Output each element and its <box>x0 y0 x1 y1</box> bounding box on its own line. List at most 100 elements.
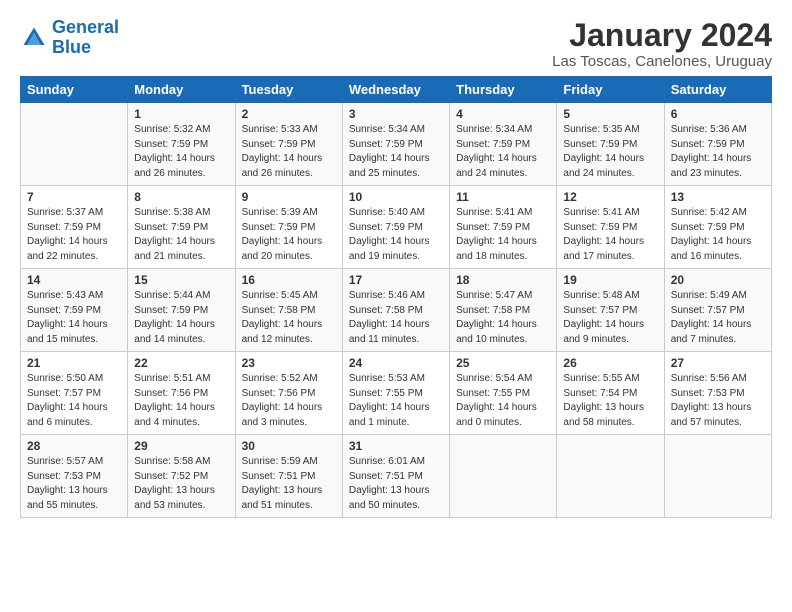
calendar-cell: 17 Sunrise: 5:46 AM Sunset: 7:58 PM Dayli… <box>342 269 449 352</box>
calendar-cell: 31Sunrise: 6:01 AM Sunset: 7:51 PM Dayli… <box>342 435 449 518</box>
day-number: 30 <box>242 439 336 453</box>
day-info: Sunrise: 5:35 AM Sunset: 7:59 PM Dayligh… <box>563 123 657 181</box>
day-info: Sunrise: 5:39 AM Sunset: 7:59 PM Dayligh… <box>242 206 336 264</box>
day-number: 8 <box>134 190 228 204</box>
calendar-cell: 11 Sunrise: 5:41 AM Sunset: 7:59 PM Dayli… <box>450 186 557 269</box>
day-number: 24 <box>349 356 443 370</box>
calendar-cell: 1 Sunrise: 5:32 AM Sunset: 7:59 PM Daylig… <box>128 103 235 186</box>
calendar-cell: 29 Sunrise: 5:58 AM Sunset: 7:52 PM Dayli… <box>128 435 235 518</box>
day-info: Sunrise: 5:56 AM Sunset: 7:53 PM Dayligh… <box>671 372 765 430</box>
calendar-cell: 5 Sunrise: 5:35 AM Sunset: 7:59 PM Daylig… <box>557 103 664 186</box>
day-number: 12 <box>563 190 657 204</box>
day-info: Sunrise: 5:58 AM Sunset: 7:52 PM Dayligh… <box>134 455 228 513</box>
main-title: January 2024 <box>552 18 772 53</box>
day-info: Sunrise: 5:54 AM Sunset: 7:55 PM Dayligh… <box>456 372 550 430</box>
calendar-cell: 24 Sunrise: 5:53 AM Sunset: 7:55 PM Dayli… <box>342 352 449 435</box>
calendar-cell: 3Sunrise: 5:34 AM Sunset: 7:59 PM Daylig… <box>342 103 449 186</box>
subtitle: Las Toscas, Canelones, Uruguay <box>552 53 772 70</box>
day-number: 19 <box>563 273 657 287</box>
calendar-cell: 23 Sunrise: 5:52 AM Sunset: 7:56 PM Dayli… <box>235 352 342 435</box>
calendar-cell: 2 Sunrise: 5:33 AM Sunset: 7:59 PM Daylig… <box>235 103 342 186</box>
header-tuesday: Tuesday <box>235 77 342 103</box>
day-number: 9 <box>242 190 336 204</box>
day-number: 5 <box>563 107 657 121</box>
day-info: Sunrise: 5:32 AM Sunset: 7:59 PM Dayligh… <box>134 123 228 181</box>
calendar-cell <box>664 435 771 518</box>
day-info: Sunrise: 5:49 AM Sunset: 7:57 PM Dayligh… <box>671 289 765 347</box>
day-info: Sunrise: 5:57 AM Sunset: 7:53 PM Dayligh… <box>27 455 121 513</box>
calendar-cell: 8Sunrise: 5:38 AM Sunset: 7:59 PM Daylig… <box>128 186 235 269</box>
day-number: 21 <box>27 356 121 370</box>
calendar-cell: 22Sunrise: 5:51 AM Sunset: 7:56 PM Dayli… <box>128 352 235 435</box>
header-row-table: SundayMondayTuesdayWednesdayThursdayFrid… <box>21 77 772 103</box>
calendar-cell: 18 Sunrise: 5:47 AM Sunset: 7:58 PM Dayli… <box>450 269 557 352</box>
day-info: Sunrise: 5:48 AM Sunset: 7:57 PM Dayligh… <box>563 289 657 347</box>
day-info: Sunrise: 5:52 AM Sunset: 7:56 PM Dayligh… <box>242 372 336 430</box>
calendar-cell: 20Sunrise: 5:49 AM Sunset: 7:57 PM Dayli… <box>664 269 771 352</box>
day-info: Sunrise: 5:51 AM Sunset: 7:56 PM Dayligh… <box>134 372 228 430</box>
calendar-cell: 28 Sunrise: 5:57 AM Sunset: 7:53 PM Dayli… <box>21 435 128 518</box>
day-info: Sunrise: 5:42 AM Sunset: 7:59 PM Dayligh… <box>671 206 765 264</box>
day-number: 14 <box>27 273 121 287</box>
day-number: 31 <box>349 439 443 453</box>
day-number: 28 <box>27 439 121 453</box>
day-info: Sunrise: 5:33 AM Sunset: 7:59 PM Dayligh… <box>242 123 336 181</box>
day-number: 23 <box>242 356 336 370</box>
day-info: Sunrise: 5:45 AM Sunset: 7:58 PM Dayligh… <box>242 289 336 347</box>
day-number: 11 <box>456 190 550 204</box>
day-number: 27 <box>671 356 765 370</box>
header-row: General Blue January 2024 Las Toscas, Ca… <box>20 18 772 70</box>
day-number: 4 <box>456 107 550 121</box>
calendar-cell: 4Sunrise: 5:34 AM Sunset: 7:59 PM Daylig… <box>450 103 557 186</box>
calendar-cell <box>557 435 664 518</box>
week-row-0: 1 Sunrise: 5:32 AM Sunset: 7:59 PM Daylig… <box>21 103 772 186</box>
day-number: 29 <box>134 439 228 453</box>
calendar-cell: 12 Sunrise: 5:41 AM Sunset: 7:59 PM Dayli… <box>557 186 664 269</box>
calendar-cell: 10 Sunrise: 5:40 AM Sunset: 7:59 PM Dayli… <box>342 186 449 269</box>
day-info: Sunrise: 5:41 AM Sunset: 7:59 PM Dayligh… <box>456 206 550 264</box>
logo-blue: Blue <box>52 37 91 57</box>
day-info: Sunrise: 5:46 AM Sunset: 7:58 PM Dayligh… <box>349 289 443 347</box>
header-sunday: Sunday <box>21 77 128 103</box>
day-number: 6 <box>671 107 765 121</box>
day-info: Sunrise: 5:37 AM Sunset: 7:59 PM Dayligh… <box>27 206 121 264</box>
day-info: Sunrise: 5:55 AM Sunset: 7:54 PM Dayligh… <box>563 372 657 430</box>
calendar-cell <box>450 435 557 518</box>
day-number: 1 <box>134 107 228 121</box>
header-friday: Friday <box>557 77 664 103</box>
logo-icon <box>20 24 48 52</box>
logo: General Blue <box>20 18 119 58</box>
calendar-cell: 27 Sunrise: 5:56 AM Sunset: 7:53 PM Dayli… <box>664 352 771 435</box>
calendar-cell: 16 Sunrise: 5:45 AM Sunset: 7:58 PM Dayli… <box>235 269 342 352</box>
day-info: Sunrise: 5:47 AM Sunset: 7:58 PM Dayligh… <box>456 289 550 347</box>
header-saturday: Saturday <box>664 77 771 103</box>
day-number: 16 <box>242 273 336 287</box>
page: General Blue January 2024 Las Toscas, Ca… <box>0 0 792 528</box>
calendar-cell: 13Sunrise: 5:42 AM Sunset: 7:59 PM Dayli… <box>664 186 771 269</box>
day-info: Sunrise: 5:44 AM Sunset: 7:59 PM Dayligh… <box>134 289 228 347</box>
day-info: Sunrise: 5:40 AM Sunset: 7:59 PM Dayligh… <box>349 206 443 264</box>
day-info: Sunrise: 5:41 AM Sunset: 7:59 PM Dayligh… <box>563 206 657 264</box>
title-block: January 2024 Las Toscas, Canelones, Urug… <box>552 18 772 70</box>
day-number: 10 <box>349 190 443 204</box>
calendar-cell: 30Sunrise: 5:59 AM Sunset: 7:51 PM Dayli… <box>235 435 342 518</box>
day-number: 15 <box>134 273 228 287</box>
calendar-cell: 7Sunrise: 5:37 AM Sunset: 7:59 PM Daylig… <box>21 186 128 269</box>
calendar-cell: 21Sunrise: 5:50 AM Sunset: 7:57 PM Dayli… <box>21 352 128 435</box>
day-number: 25 <box>456 356 550 370</box>
calendar-cell: 25 Sunrise: 5:54 AM Sunset: 7:55 PM Dayli… <box>450 352 557 435</box>
day-number: 17 <box>349 273 443 287</box>
week-row-4: 28 Sunrise: 5:57 AM Sunset: 7:53 PM Dayli… <box>21 435 772 518</box>
calendar-cell: 14 Sunrise: 5:43 AM Sunset: 7:59 PM Dayli… <box>21 269 128 352</box>
week-row-1: 7Sunrise: 5:37 AM Sunset: 7:59 PM Daylig… <box>21 186 772 269</box>
week-row-3: 21Sunrise: 5:50 AM Sunset: 7:57 PM Dayli… <box>21 352 772 435</box>
day-number: 2 <box>242 107 336 121</box>
header-monday: Monday <box>128 77 235 103</box>
day-info: Sunrise: 5:43 AM Sunset: 7:59 PM Dayligh… <box>27 289 121 347</box>
day-info: Sunrise: 5:36 AM Sunset: 7:59 PM Dayligh… <box>671 123 765 181</box>
logo-text: General Blue <box>52 18 119 58</box>
header-wednesday: Wednesday <box>342 77 449 103</box>
logo-general: General <box>52 17 119 37</box>
day-number: 18 <box>456 273 550 287</box>
day-info: Sunrise: 5:53 AM Sunset: 7:55 PM Dayligh… <box>349 372 443 430</box>
